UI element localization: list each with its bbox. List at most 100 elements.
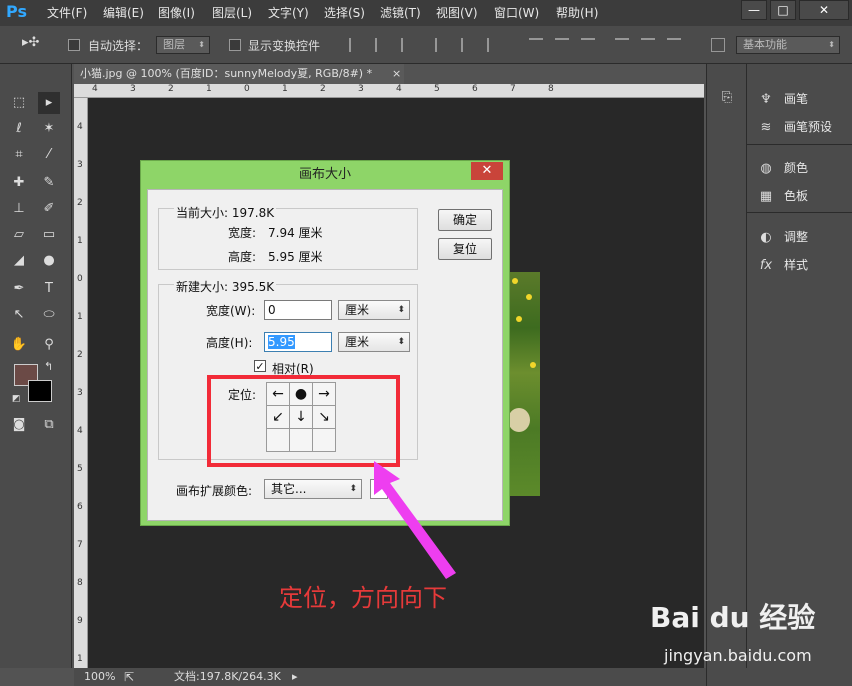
brush-presets-icon[interactable]: ≋ [758, 120, 774, 136]
path-selection-icon[interactable]: ↖ [8, 304, 30, 326]
gradient-tool-icon[interactable]: ▭ [38, 224, 60, 246]
blur-tool-icon[interactable]: ◢ [8, 250, 30, 272]
align-vcenter-icon[interactable] [375, 38, 389, 52]
ruler-tick-label: 1 [77, 236, 83, 246]
width-input[interactable]: 0 [264, 300, 332, 320]
ruler-tick-label: 6 [77, 502, 83, 512]
quick-mask-icon[interactable]: ◙ [8, 414, 30, 436]
flower [530, 362, 536, 368]
show-transform-checkbox[interactable] [229, 39, 241, 51]
default-colors-icon[interactable]: ◩ [12, 394, 21, 404]
menu-layer[interactable]: 图层(L) [212, 4, 252, 22]
menu-type[interactable]: 文字(Y) [268, 4, 309, 22]
status-menu-icon[interactable]: ▸ [292, 668, 298, 686]
ok-button[interactable]: 确定 [438, 209, 492, 231]
hand-tool-icon[interactable]: ✋ [8, 334, 30, 356]
close-window-button[interactable]: ✕ [799, 0, 849, 20]
marquee-tool-icon[interactable]: ⬚ [8, 92, 30, 114]
distribute-hcenter-icon[interactable] [641, 38, 655, 52]
height-unit-select[interactable]: 厘米 ⬍ [338, 332, 410, 352]
ruler-tick-label: 1 [206, 84, 212, 94]
extension-color-label: 画布扩展颜色: [176, 484, 253, 498]
panel-brush[interactable]: 画笔 [784, 88, 808, 110]
chevron-updown-icon: ⬍ [397, 337, 405, 347]
menu-image[interactable]: 图像(I) [158, 4, 195, 22]
width-unit-select[interactable]: 厘米 ⬍ [338, 300, 410, 320]
screen-mode-icon[interactable]: ⧉ [38, 414, 60, 436]
lasso-tool-icon[interactable]: ℓ [8, 118, 30, 140]
panel-color[interactable]: 颜色 [784, 157, 808, 179]
magic-wand-icon[interactable]: ✶ [38, 118, 60, 140]
panel-styles[interactable]: 样式 [784, 254, 808, 276]
history-panel-icon[interactable]: ⎘ [719, 90, 735, 106]
maximize-button[interactable]: □ [770, 0, 796, 20]
align-bottom-icon[interactable] [401, 38, 415, 52]
panel-brush-presets[interactable]: 画笔预设 [784, 116, 832, 138]
ellipse-tool-icon[interactable]: ⬭ [38, 304, 60, 326]
distribute-left-icon[interactable] [615, 38, 629, 52]
move-tool-preset-icon[interactable]: ▸✣ [22, 35, 39, 50]
type-tool-icon[interactable]: T [38, 278, 60, 300]
menu-help[interactable]: 帮助(H) [556, 4, 598, 22]
styles-icon[interactable]: fx [758, 258, 774, 274]
zoom-level[interactable]: 100% [84, 668, 115, 686]
clone-stamp-icon[interactable]: ⊥ [8, 198, 30, 220]
swap-colors-icon[interactable]: ↰ [44, 360, 53, 373]
align-left-icon[interactable] [435, 38, 449, 52]
align-right-icon[interactable] [487, 38, 501, 52]
width-unit-value: 厘米 [345, 303, 370, 317]
menu-filter[interactable]: 滤镜(T) [380, 4, 421, 22]
distribute-vcenter-icon[interactable] [555, 38, 569, 52]
palette-icon[interactable]: ◍ [758, 161, 774, 177]
auto-select-dropdown[interactable]: 图层 ⬍ [156, 36, 210, 54]
history-brush-icon[interactable]: ✐ [38, 198, 60, 220]
workspace-dropdown[interactable]: 基本功能 ⬍ [736, 36, 840, 54]
document-tab[interactable]: 小猫.jpg @ 100% (百度ID：sunnyMelody夏, RGB/8#… [74, 64, 404, 84]
extension-color-select[interactable]: 其它... ⬍ [264, 479, 362, 499]
document-close-icon[interactable]: × [392, 64, 401, 84]
dodge-tool-icon[interactable]: ● [38, 250, 60, 272]
distribute-top-icon[interactable] [529, 38, 543, 52]
eyedropper-icon[interactable]: ⁄ [38, 144, 60, 166]
menu-window[interactable]: 窗口(W) [494, 4, 539, 22]
menu-select[interactable]: 选择(S) [324, 4, 365, 22]
current-width-label: 宽度: [228, 226, 257, 240]
export-icon[interactable]: ⇱ [124, 668, 134, 686]
eraser-tool-icon[interactable]: ▱ [8, 224, 30, 246]
adjustments-icon[interactable]: ◐ [758, 230, 774, 246]
crop-tool-icon[interactable]: ⌗ [8, 144, 30, 166]
pen-tool-icon[interactable]: ✒ [8, 278, 30, 300]
ruler-tick-label: 7 [510, 84, 516, 94]
brush-tool-icon[interactable]: ✎ [38, 172, 60, 194]
auto-select-checkbox[interactable] [68, 39, 80, 51]
panel-swatches[interactable]: 色板 [784, 185, 808, 207]
ruler-tick-label: 4 [77, 122, 83, 132]
panel-adjustments[interactable]: 调整 [784, 226, 808, 248]
background-color-swatch[interactable] [28, 380, 52, 402]
distribute-right-icon[interactable] [667, 38, 681, 52]
kitten-paw [508, 408, 530, 432]
healing-brush-icon[interactable]: ✚ [8, 172, 30, 194]
auto-select-label: 自动选择： [88, 39, 149, 53]
menu-file[interactable]: 文件(F) [47, 4, 87, 22]
dialog-close-button[interactable]: ✕ [471, 162, 503, 180]
align-hcenter-icon[interactable] [461, 38, 475, 52]
relative-checkbox[interactable]: ✓ [254, 360, 266, 372]
ruler-tick-label: 3 [77, 388, 83, 398]
photoshop-logo: Ps [6, 2, 27, 21]
align-top-icon[interactable] [349, 38, 363, 52]
swatches-icon[interactable]: ▦ [758, 189, 774, 205]
menu-edit[interactable]: 编辑(E) [103, 4, 144, 22]
brush-icon[interactable]: ♆ [758, 92, 774, 108]
zoom-tool-icon[interactable]: ⚲ [38, 334, 60, 356]
auto-align-icon[interactable] [711, 38, 725, 52]
move-tool-icon[interactable]: ▸ [38, 92, 60, 114]
dialog-title: 画布大小 [298, 167, 351, 182]
distribute-bottom-icon[interactable] [581, 38, 595, 52]
height-input[interactable]: 5.95 [264, 332, 332, 352]
ruler-tick-label: 3 [358, 84, 364, 94]
menu-view[interactable]: 视图(V) [436, 4, 478, 22]
minimize-button[interactable]: — [741, 0, 767, 20]
reset-button[interactable]: 复位 [438, 238, 492, 260]
ruler-tick-label: 2 [77, 350, 83, 360]
